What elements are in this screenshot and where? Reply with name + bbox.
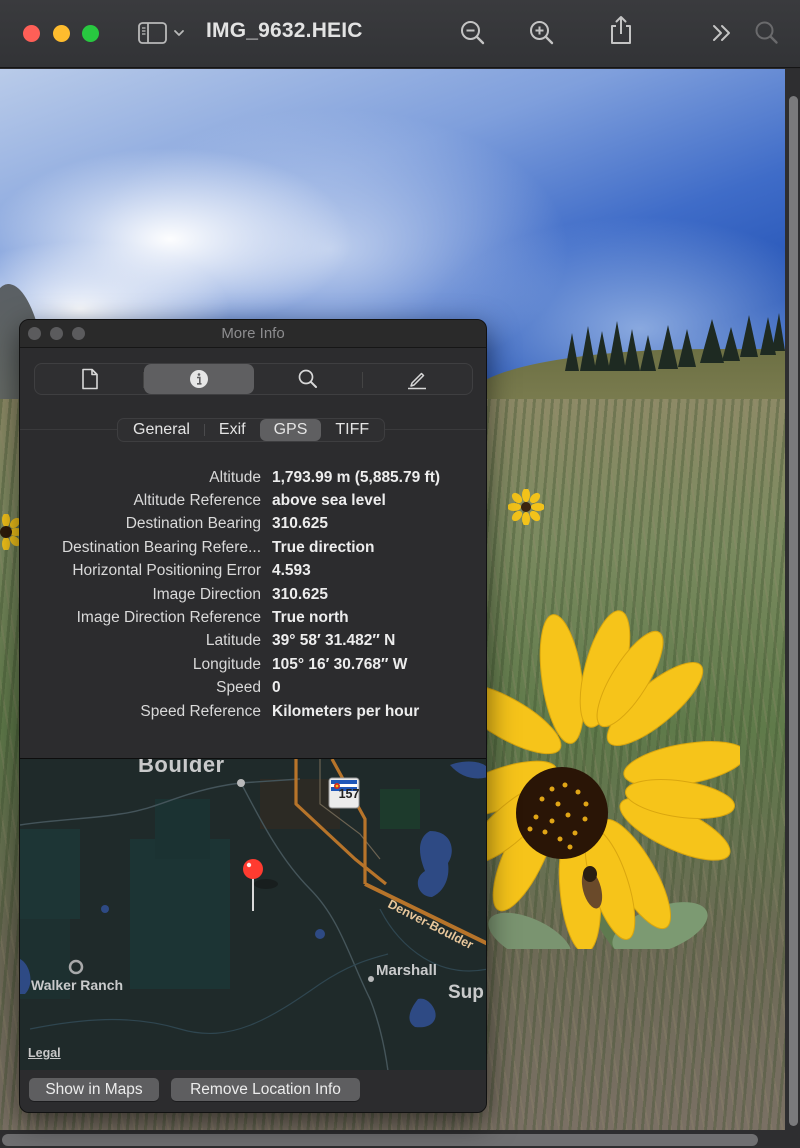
gps-value: 105° 16′ 30.768″ W [272,655,408,673]
map-park-area [20,829,80,919]
map-urban-area [260,779,340,829]
pencil-icon [408,372,427,390]
inspector-segmented-control [34,363,473,395]
gps-value: 39° 58′ 31.482″ N [272,632,396,650]
marshall-dot [368,976,374,982]
gps-value: 0 [272,679,281,697]
tab-exif[interactable]: Exif [205,419,260,441]
map-park-area [130,839,230,989]
more-toolbar-items-button[interactable] [707,18,737,48]
search-icon [298,369,318,388]
gps-row-longitude: Longitude 105° 16′ 30.768″ W [20,653,486,676]
remove-location-info-button[interactable]: Remove Location Info [171,1078,360,1101]
chevron-double-right-icon [713,25,730,41]
gps-key: Image Direction Reference [76,609,261,627]
panel-footer: Show in Maps Remove Location Info [20,1070,486,1112]
panel-title: More Info [221,325,285,342]
boulder-dot [237,779,245,787]
gps-row-horizontal-positioning-error: Horizontal Positioning Error 4.593 [20,560,486,583]
gps-row-altitude-reference: Altitude Reference above sea level [20,489,486,512]
gps-key: Latitude [205,632,261,650]
map-label-boulder: Boulder [138,758,225,777]
chevron-down-icon [174,30,184,36]
horizontal-scrollbar-thumb[interactable] [2,1134,758,1146]
tab-general[interactable]: General [119,419,204,441]
map-lake [417,831,452,897]
gps-key: Horizontal Positioning Error [72,562,261,580]
map-lake [450,761,486,779]
map-label-highway: 157 [338,787,360,801]
gps-key: Speed [216,679,261,697]
show-in-maps-button[interactable]: Show in Maps [29,1078,159,1101]
map-lake [409,998,436,1028]
gps-key: Altitude Reference [133,492,261,510]
gps-row-image-direction-reference: Image Direction Reference True north [20,606,486,629]
close-window-button[interactable] [23,25,40,42]
gps-key: Altitude [209,468,261,486]
segment-info[interactable] [144,364,254,394]
gps-value: 1,793.99 m (5,885.79 ft) [272,468,441,486]
minimize-window-button[interactable] [53,25,70,42]
map-label-marshall: Marshall [376,962,437,979]
gps-row-image-direction: Image Direction 310.625 [20,583,486,606]
gps-value: True direction [272,538,375,556]
gps-row-speed-reference: Speed Reference Kilometers per hour [20,700,486,723]
zoom-in-button[interactable] [527,18,557,48]
segment-search[interactable] [254,364,363,394]
tab-tiff[interactable]: TIFF [321,419,383,441]
gps-row-latitude: Latitude 39° 58′ 31.482″ N [20,630,486,653]
photo-small-sunflower [508,489,544,525]
gps-row-destination-bearing: Destination Bearing 310.625 [20,513,486,536]
map-legal-link[interactable]: Legal [28,1046,61,1060]
gps-key: Speed Reference [140,702,261,720]
share-icon [611,16,631,44]
sidebar-toggle-button[interactable] [138,21,188,45]
segment-file-info[interactable] [35,364,145,394]
map-park-area [155,799,210,859]
gps-row-speed: Speed 0 [20,677,486,700]
tab-gps[interactable]: GPS [259,419,322,441]
map-park-area [380,789,420,829]
map-label-superior: Sup [448,982,484,1003]
sidebar-icon [138,22,184,44]
zoom-in-icon [530,21,554,45]
gps-value: True north [272,609,349,627]
metadata-tabs: General Exif GPS TIFF [117,418,386,442]
panel-titlebar[interactable]: More Info [20,320,486,348]
zoom-out-icon [461,21,485,45]
maximize-window-button[interactable] [82,25,99,42]
walker-ranch-poi-icon [68,959,84,975]
gps-key: Longitude [192,655,261,673]
gps-value: 310.625 [272,515,329,533]
gps-metadata-table: Altitude 1,793.99 m (5,885.79 ft) Altitu… [20,466,486,723]
gps-value: 310.625 [272,585,329,603]
info-icon [189,370,208,388]
more-info-panel: More Info General Exif GPS TIFF Altitude… [19,319,487,1113]
zoom-out-button[interactable] [458,18,488,48]
segment-annotate[interactable] [363,364,472,394]
gps-key: Destination Bearing Refere... [61,538,261,556]
gps-value: Kilometers per hour [272,702,420,720]
map-label-walker-ranch: Walker Ranch [31,977,124,993]
search-button[interactable] [752,18,782,48]
gps-value: 4.593 [272,562,311,580]
gps-row-destination-bearing-reference: Destination Bearing Refere... True direc… [20,536,486,559]
gps-key: Destination Bearing [125,515,261,533]
gps-key: Image Direction [152,585,261,603]
gps-row-altitude: Altitude 1,793.99 m (5,885.79 ft) [20,466,486,489]
search-icon [755,21,778,44]
gps-value: above sea level [272,492,386,510]
location-map[interactable]: Boulder 157 Walker Ranch Marshall Sup De… [20,758,486,1070]
location-pin-icon[interactable] [243,859,263,879]
window-titlebar: IMG_9632.HEIC [0,0,800,68]
vertical-scrollbar-thumb[interactable] [789,96,798,1126]
photo-trees [565,313,785,371]
document-icon [81,368,98,390]
window-title: IMG_9632.HEIC [206,19,363,42]
photo-sunflower [470,610,740,949]
share-button[interactable] [606,15,636,45]
